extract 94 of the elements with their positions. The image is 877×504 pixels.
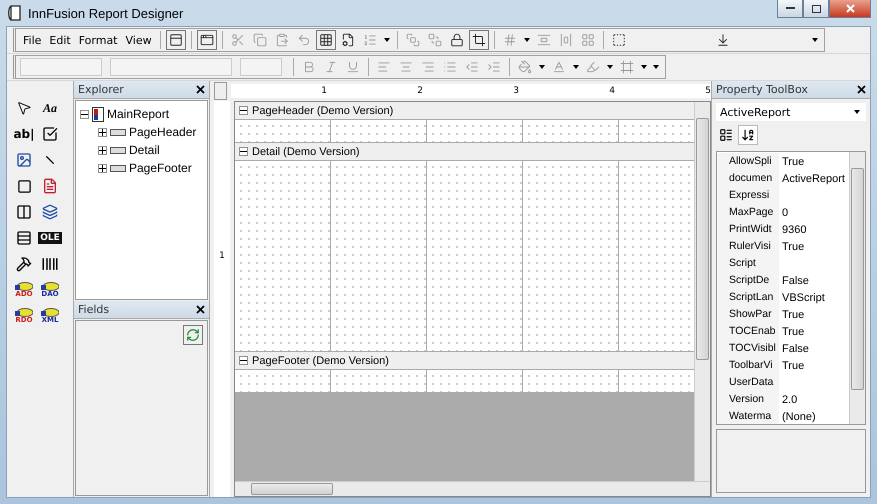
- database-icon: [15, 282, 33, 291]
- property-value[interactable]: True: [779, 156, 804, 168]
- ruler-number: 5: [705, 86, 711, 96]
- minimize-icon: [786, 7, 794, 10]
- minimize-button[interactable]: [777, 0, 803, 18]
- window-title: InnFusion Report Designer: [28, 6, 184, 20]
- collapse-icon[interactable]: [239, 356, 248, 365]
- property-name[interactable]: Version: [717, 391, 779, 408]
- property-value[interactable]: False: [779, 274, 809, 286]
- close-button[interactable]: [857, 85, 866, 94]
- textbox-tool[interactable]: ab|: [11, 121, 37, 147]
- section-icon: [110, 146, 126, 154]
- tree-item[interactable]: PageHeader: [129, 125, 196, 139]
- property-name[interactable]: MaxPage: [717, 204, 779, 221]
- window-icon[interactable]: [196, 30, 217, 50]
- tree-item[interactable]: Detail: [129, 143, 160, 157]
- ruler-corner: [214, 82, 227, 100]
- app-icon: [8, 5, 22, 21]
- select-grid-icon[interactable]: [316, 30, 336, 50]
- collapse-icon[interactable]: [80, 110, 89, 118]
- ruler-number: 1: [219, 251, 225, 261]
- property-value[interactable]: 9360: [779, 224, 806, 236]
- caret-icon[interactable]: [812, 38, 818, 42]
- property-name[interactable]: TOCEnab: [717, 323, 779, 340]
- property-value[interactable]: True: [779, 240, 804, 252]
- property-value[interactable]: True: [779, 360, 804, 372]
- explorer-icon[interactable]: [166, 30, 186, 50]
- menu-item[interactable]: View: [122, 34, 155, 46]
- maximize-icon: [812, 4, 820, 12]
- menu-item[interactable]: Format: [76, 34, 120, 46]
- property-name[interactable]: PrintWidt: [717, 221, 779, 238]
- caret-icon[interactable]: [524, 38, 530, 42]
- collapse-icon[interactable]: [239, 106, 248, 115]
- property-value[interactable]: False: [779, 342, 809, 354]
- crop-icon[interactable]: [468, 30, 489, 50]
- caret-icon[interactable]: [384, 38, 390, 42]
- horizontal-scrollbar[interactable]: [235, 481, 710, 496]
- section-title: PageFooter (Demo Version): [252, 354, 389, 366]
- property-name[interactable]: RulerVisi: [717, 238, 779, 255]
- section-title: PageHeader (Demo Version): [252, 104, 394, 116]
- section-icon: [110, 128, 126, 136]
- pane-title: Fields: [78, 303, 110, 316]
- property-name[interactable]: documen: [717, 170, 779, 187]
- collapse-icon[interactable]: [239, 147, 248, 156]
- property-name[interactable]: TOCVisibl: [717, 340, 779, 357]
- vertical-scrollbar[interactable]: [694, 102, 710, 481]
- ole-tool[interactable]: OLE: [37, 225, 63, 251]
- property-name[interactable]: ShowPar: [717, 306, 779, 323]
- ruler-number: 4: [609, 86, 615, 96]
- report-icon: [92, 106, 104, 122]
- expand-icon[interactable]: [98, 146, 107, 154]
- section-title: Detail (Demo Version): [252, 146, 360, 158]
- database-icon: [41, 282, 59, 291]
- ruler-number: 2: [417, 86, 423, 96]
- caret-icon[interactable]: [653, 65, 659, 69]
- ruler-number: 1: [321, 86, 327, 96]
- property-value[interactable]: ActiveReport: [779, 172, 845, 184]
- label-tool[interactable]: Aa: [37, 95, 63, 121]
- object-select[interactable]: ActiveReport: [716, 103, 866, 121]
- sort-az-icon: [741, 128, 755, 142]
- list-icon: [719, 128, 733, 142]
- tree-item[interactable]: PageFooter: [129, 161, 192, 175]
- vertical-scrollbar[interactable]: [849, 152, 865, 424]
- database-icon: [15, 308, 33, 317]
- property-name[interactable]: ScriptLan: [717, 289, 779, 306]
- expand-icon[interactable]: [98, 128, 107, 136]
- pane-title: Property ToolBox: [716, 83, 808, 96]
- menu-item[interactable]: Edit: [46, 34, 74, 46]
- property-name[interactable]: ScriptDe: [717, 272, 779, 289]
- section-icon: [110, 164, 126, 172]
- property-name[interactable]: AllowSpli: [717, 153, 779, 170]
- menu-item[interactable]: File: [20, 34, 44, 46]
- property-name[interactable]: Script: [717, 255, 779, 272]
- property-value[interactable]: True: [779, 308, 804, 320]
- database-icon: [41, 308, 59, 317]
- property-name[interactable]: UserData: [717, 374, 779, 391]
- property-value[interactable]: VBScript: [779, 292, 825, 304]
- close-button[interactable]: [196, 305, 205, 314]
- property-value[interactable]: 2.0: [779, 394, 798, 406]
- property-value[interactable]: 0: [779, 206, 788, 218]
- property-name[interactable]: Expressi: [717, 187, 779, 204]
- refresh-icon[interactable]: [183, 325, 203, 345]
- tree-item[interactable]: MainReport: [107, 107, 170, 121]
- property-name[interactable]: Waterma: [717, 408, 779, 424]
- close-icon: [846, 4, 854, 13]
- close-button[interactable]: [196, 85, 205, 94]
- property-value[interactable]: True: [779, 326, 804, 338]
- expand-icon[interactable]: [98, 164, 107, 172]
- property-value[interactable]: (None): [779, 410, 816, 422]
- property-name[interactable]: ToolbarVi: [717, 357, 779, 374]
- ruler-number: 3: [513, 86, 519, 96]
- maximize-button[interactable]: [803, 0, 829, 18]
- sort-alphabetical-button[interactable]: [738, 125, 758, 145]
- pane-title: Explorer: [78, 83, 124, 96]
